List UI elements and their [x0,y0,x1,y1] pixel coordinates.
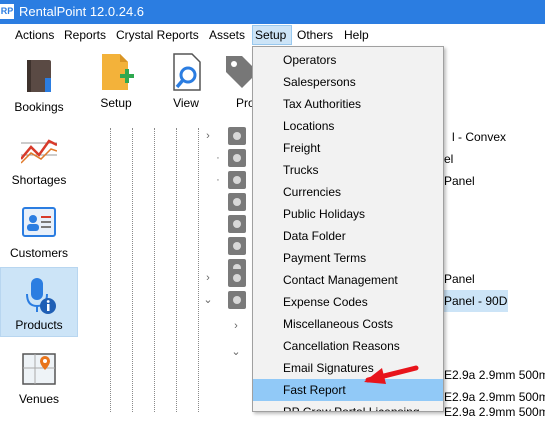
products-icon [26,278,56,314]
title-bar: RP RentalPoint 12.0.24.6 [0,0,545,24]
menu-item-operators[interactable]: Operators [253,49,443,71]
menu-bar: Actions Reports Crystal Reports Assets S… [0,24,545,46]
product-group-icon [228,149,246,167]
chevron-down-icon[interactable]: ⌄ [231,346,241,358]
tree-row-text: el [444,152,454,166]
view-button[interactable]: View [158,46,214,116]
dotted-connector: · [216,152,220,164]
sidebar-item-label: Venues [18,392,60,406]
chevron-down-icon[interactable]: ⌄ [203,294,213,306]
menu-item-contact-management[interactable]: Contact Management [253,269,443,291]
tree-row-text: Panel [444,272,475,286]
menu-item-locations[interactable]: Locations [253,115,443,137]
sidebar-item-products[interactable]: Products [0,267,78,337]
sidebar-item-venues[interactable]: Venues [0,340,78,410]
tree-row-text: E2.9a 2.9mm 500mm [444,405,545,419]
setup-button[interactable]: Setup [88,46,144,116]
sidebar-item-customers[interactable]: Customers [0,194,78,264]
tree-row-text: Panel - 90D [444,294,508,308]
sidebar-item-label: Products [15,318,63,332]
menu-help[interactable]: Help [342,25,371,45]
menu-item-public-holidays[interactable]: Public Holidays [253,203,443,225]
menu-item-expense-codes[interactable]: Expense Codes [253,291,443,313]
menu-others[interactable]: Others [295,25,335,45]
tree-row-text: l - Convex [452,130,507,144]
product-group-icon [228,237,246,255]
menu-item-freight[interactable]: Freight [253,137,443,159]
customers-icon [22,207,56,237]
setup-add-icon [102,54,134,90]
menu-item-cancellation-reasons[interactable]: Cancellation Reasons [253,335,443,357]
chevron-right-icon[interactable]: › [203,130,213,142]
menu-reports[interactable]: Reports [62,25,108,45]
menu-item-trucks[interactable]: Trucks [253,159,443,181]
product-group-icon [228,269,246,287]
sidebar-item-label: Bookings [14,100,64,114]
product-group-icon [228,193,246,211]
tree-row-text: E2.9a 2.9mm 500mm [444,368,545,382]
product-group-icon [228,291,246,309]
sidebar-item-bookings[interactable]: Bookings [0,48,78,118]
menu-item-data-folder[interactable]: Data Folder [253,225,443,247]
sidebar-item-label: Customers [9,246,68,260]
menu-item-salespersons[interactable]: Salespersons [253,71,443,93]
bookings-icon [27,60,51,92]
annotation-arrow-icon [364,365,419,384]
sidebar-item-shortages[interactable]: Shortages [0,121,78,191]
venues-icon [22,353,56,385]
chevron-right-icon[interactable]: › [203,272,213,284]
window-title: RentalPoint 12.0.24.6 [19,4,145,19]
app-icon: RP [0,4,14,19]
view-button-label: View [173,96,199,110]
product-group-icon [228,215,246,233]
menu-assets[interactable]: Assets [207,25,247,45]
chevron-right-icon[interactable]: › [231,320,241,332]
menu-setup[interactable]: Setup [252,25,292,45]
menu-item-tax-authorities[interactable]: Tax Authorities [253,93,443,115]
setup-button-label: Setup [100,96,132,110]
sidebar-item-label: Shortages [11,173,67,187]
view-icon [173,53,201,91]
menu-crystal-reports[interactable]: Crystal Reports [114,25,201,45]
tree-row-text: Panel [444,174,475,188]
menu-item-rp-crew-portal-licensing[interactable]: RP Crew Portal Licensing [253,401,443,411]
menu-item-miscellaneous-costs[interactable]: Miscellaneous Costs [253,313,443,335]
menu-actions[interactable]: Actions [13,25,56,45]
tree-row-text: E2.9a 2.9mm 500mm [444,390,545,404]
shortages-icon [21,139,57,164]
product-group-icon [228,127,246,145]
sidebar: Bookings Shortages Customers Products Ve… [0,46,80,412]
product-group-icon [228,171,246,189]
menu-item-currencies[interactable]: Currencies [253,181,443,203]
dotted-connector: · [216,174,220,186]
menu-item-payment-terms[interactable]: Payment Terms [253,247,443,269]
